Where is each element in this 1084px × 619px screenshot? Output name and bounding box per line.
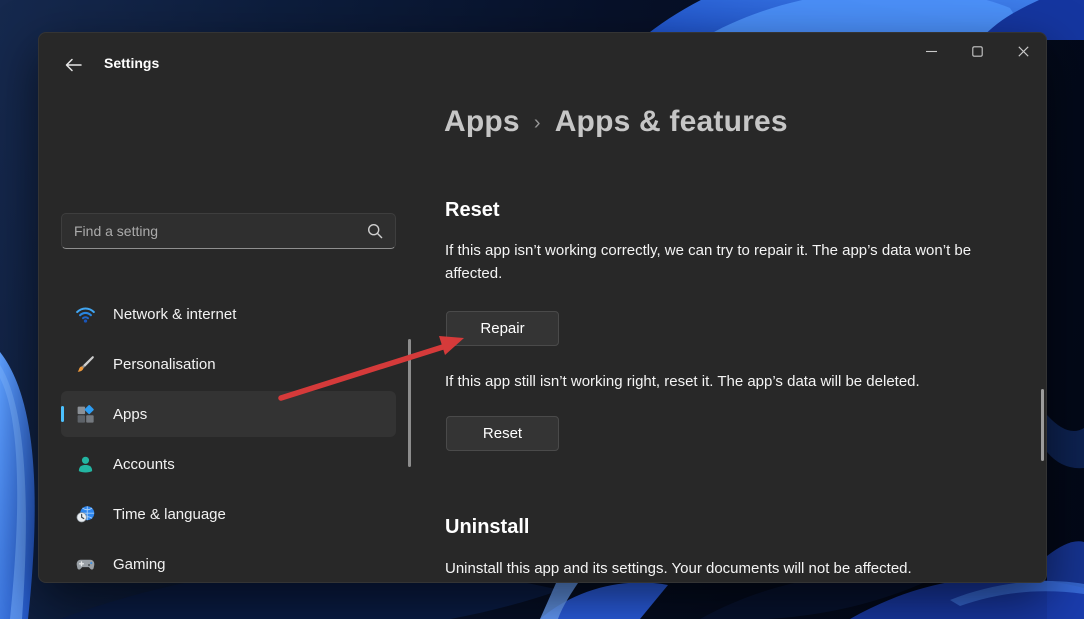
chevron-right-icon: › (534, 112, 541, 135)
sidebar-item-time-language[interactable]: Time & language (61, 491, 396, 537)
sidebar-item-label: Accounts (113, 456, 175, 473)
titlebar: Settings (39, 33, 1046, 73)
window-controls (908, 33, 1046, 69)
sidebar-item-label: Gaming (113, 556, 166, 573)
reset-section-heading: Reset (445, 199, 499, 222)
sidebar-item-personalisation[interactable]: Personalisation (61, 341, 396, 387)
paintbrush-icon (75, 354, 96, 375)
reset-button[interactable]: Reset (446, 416, 559, 451)
uninstall-section-heading: Uninstall (445, 516, 529, 539)
sidebar-item-accounts[interactable]: Accounts (61, 441, 396, 487)
wifi-icon (75, 304, 96, 325)
gamepad-icon (75, 554, 96, 575)
window-title: Settings (104, 55, 159, 71)
maximize-button[interactable] (954, 33, 1000, 69)
repair-button[interactable]: Repair (446, 311, 559, 346)
sidebar-item-label: Network & internet (113, 306, 236, 323)
sidebar-item-network-internet[interactable]: Network & internet (61, 291, 396, 337)
breadcrumb-parent[interactable]: Apps (444, 105, 520, 139)
sidebar-item-gaming[interactable]: Gaming (61, 541, 396, 587)
back-button[interactable] (59, 51, 87, 79)
breadcrumb: Apps › Apps & features (444, 105, 788, 139)
sidebar-item-label: Personalisation (113, 356, 216, 373)
content-scrollbar[interactable] (1041, 389, 1044, 461)
sidebar-item-apps[interactable]: Apps (61, 391, 396, 437)
minimize-button[interactable] (908, 33, 954, 69)
sidebar-item-label: Apps (113, 406, 147, 423)
settings-window: Settings (38, 32, 1047, 583)
maximize-icon (972, 46, 983, 57)
sidebar-nav: Network & internet Personalisation (61, 291, 396, 591)
search-input[interactable] (74, 223, 367, 239)
close-button[interactable] (1000, 33, 1046, 69)
search-box[interactable] (61, 213, 396, 249)
sidebar-scrollbar[interactable] (408, 339, 411, 467)
sidebar-item-label: Time & language (113, 506, 226, 523)
breadcrumb-current: Apps & features (555, 105, 788, 139)
clock-globe-icon (75, 504, 96, 525)
search-icon[interactable] (367, 223, 383, 239)
reset-description: If this app still isn’t working right, r… (445, 370, 1045, 393)
person-icon (75, 454, 96, 475)
close-icon (1018, 46, 1029, 57)
selected-accent-bar (61, 406, 64, 422)
back-arrow-icon (65, 58, 82, 72)
apps-icon (75, 404, 96, 425)
minimize-icon (926, 46, 937, 57)
uninstall-description: Uninstall this app and its settings. You… (445, 557, 1045, 580)
repair-description: If this app isn’t working correctly, we … (445, 239, 1027, 285)
